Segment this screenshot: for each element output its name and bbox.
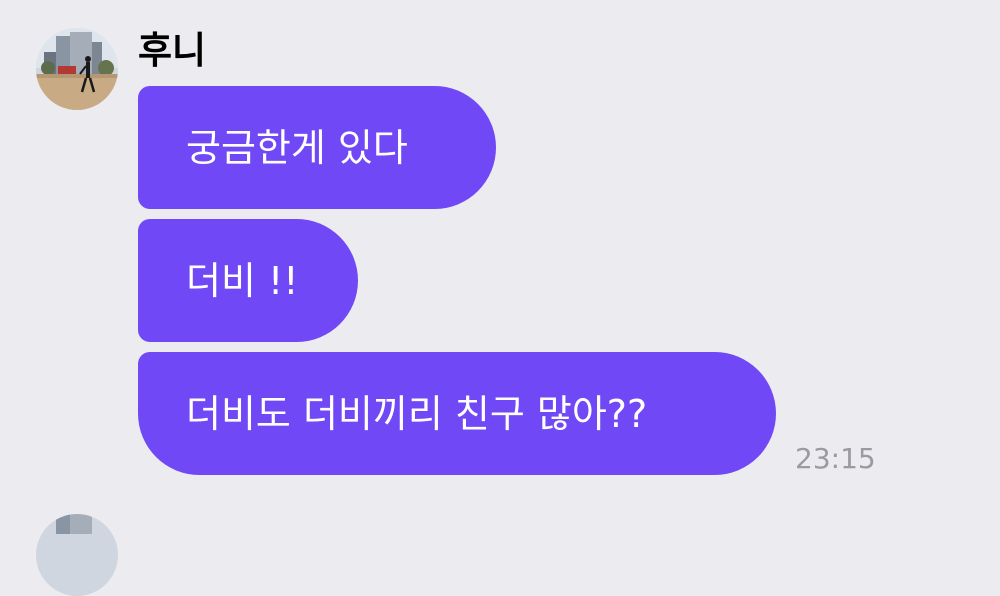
- message-bubble[interactable]: 더비 !!: [138, 219, 358, 342]
- avatar-photo: [36, 514, 118, 596]
- avatar-photo: [36, 28, 118, 110]
- message-bubble[interactable]: 궁금한게 있다: [138, 86, 496, 209]
- message-timestamp: 23:15: [795, 442, 876, 475]
- message-text: 더비 !!: [186, 258, 299, 303]
- next-sender-avatar[interactable]: [36, 514, 118, 596]
- sender-avatar[interactable]: [36, 28, 118, 110]
- message-text: 더비도 더비끼리 친구 많아??: [186, 391, 648, 436]
- message-text: 궁금한게 있다: [186, 125, 408, 170]
- sender-name: 후니: [138, 29, 207, 72]
- message-bubble[interactable]: 더비도 더비끼리 친구 많아??: [138, 352, 776, 475]
